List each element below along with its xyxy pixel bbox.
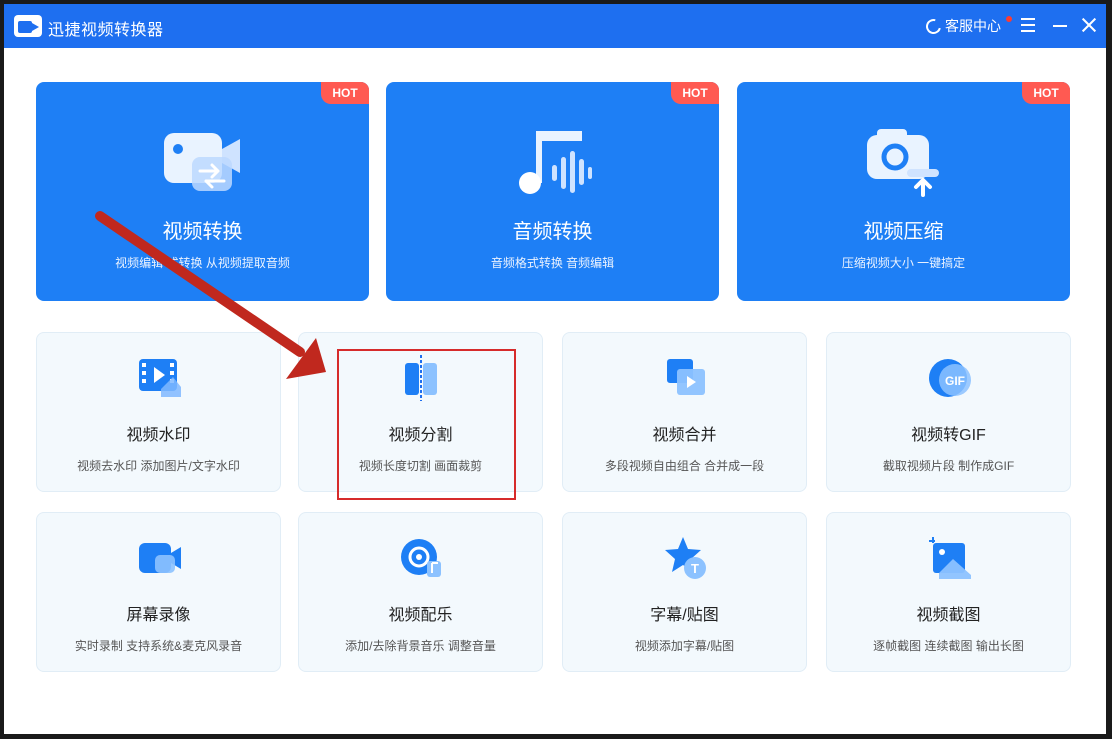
customer-service-button[interactable]: 客服中心 [923, 15, 1001, 37]
card-desc: 视频编辑 式转换 从视频提取音频 [115, 256, 290, 270]
customer-service-label: 客服中心 [945, 18, 1001, 34]
notification-dot [1006, 16, 1012, 22]
video-gif-card[interactable]: GIF 视频转GIF 截取视频片段 制作成GIF [826, 332, 1071, 492]
menu-icon[interactable] [1021, 18, 1035, 32]
video-merge-card[interactable]: 视频合并 多段视频自由组合 合并成一段 [562, 332, 807, 492]
subtitle-icon-text: T [691, 561, 699, 576]
screenshot-icon [929, 537, 971, 579]
card-title: 视频转换 [162, 221, 243, 243]
hot-badge: HOT [321, 82, 369, 104]
video-screenshot-card[interactable]: 视频截图 逐帧截图 连续截图 输出长图 [826, 512, 1071, 672]
screen-record-icon [139, 543, 181, 573]
gif-icon-text: GIF [945, 374, 965, 388]
card-desc: 视频添加字幕/贴图 [634, 639, 735, 653]
video-convert-card[interactable]: HOT 视频转换 视频编辑 式转换 从视频提取音频 [36, 82, 369, 301]
card-desc: 截取视频片段 制作成GIF [882, 459, 1015, 473]
video-watermark-card[interactable]: 视频水印 视频去水印 添加图片/文字水印 [36, 332, 281, 492]
hot-badge: HOT [1022, 82, 1070, 104]
video-music-card[interactable]: 视频配乐 添加/去除背景音乐 调整音量 [298, 512, 543, 672]
card-title: 视频水印 [126, 427, 191, 444]
app-window: 迅捷视频转换器 客服中心 HOT 视频转换 视频编辑 式转换 从视频提取音频 H… [4, 4, 1106, 734]
headset-icon [923, 15, 944, 37]
card-desc: 音频格式转换 音频编辑 [490, 256, 615, 270]
compress-camera-icon [867, 129, 939, 197]
annotation-highlight-box [337, 349, 516, 500]
card-title: 字幕/贴图 [650, 607, 719, 624]
card-title: 屏幕录像 [126, 607, 191, 624]
audio-convert-card[interactable]: HOT 音频转换 音频格式转换 音频编辑 [386, 82, 719, 301]
film-watermark-icon [139, 359, 181, 397]
card-desc: 添加/去除背景音乐 调整音量 [345, 639, 496, 653]
card-title: 视频转GIF [911, 427, 986, 444]
card-desc: 实时录制 支持系统&麦克风录音 [74, 639, 243, 653]
video-compress-card[interactable]: HOT 视频压缩 压缩视频大小 一键搞定 [737, 82, 1070, 301]
title-bar: 迅捷视频转换器 客服中心 [4, 4, 1106, 48]
gif-icon: GIF [929, 359, 971, 397]
hot-badge: HOT [671, 82, 719, 104]
card-title: 音频转换 [512, 221, 593, 243]
app-logo-icon [14, 15, 42, 37]
music-note-icon [519, 131, 592, 194]
card-desc: 多段视频自由组合 合并成一段 [604, 459, 765, 473]
card-title: 视频截图 [916, 607, 981, 624]
minimize-icon[interactable] [1053, 25, 1067, 27]
card-title: 视频合并 [652, 427, 717, 444]
card-desc: 逐帧截图 连续截图 输出长图 [873, 639, 1024, 653]
video-convert-icon [164, 133, 240, 191]
subtitle-star-icon: T [665, 537, 706, 579]
merge-icon [667, 359, 705, 395]
card-title: 视频压缩 [863, 221, 944, 243]
card-title: 视频配乐 [388, 607, 453, 624]
close-icon[interactable] [1081, 17, 1097, 33]
music-disc-icon [401, 539, 441, 577]
card-desc: 视频去水印 添加图片/文字水印 [77, 459, 240, 473]
app-title: 迅捷视频转换器 [48, 22, 164, 39]
screen-record-card[interactable]: 屏幕录像 实时录制 支持系统&麦克风录音 [36, 512, 281, 672]
card-desc: 压缩视频大小 一键搞定 [841, 256, 966, 270]
subtitle-sticker-card[interactable]: T 字幕/贴图 视频添加字幕/贴图 [562, 512, 807, 672]
